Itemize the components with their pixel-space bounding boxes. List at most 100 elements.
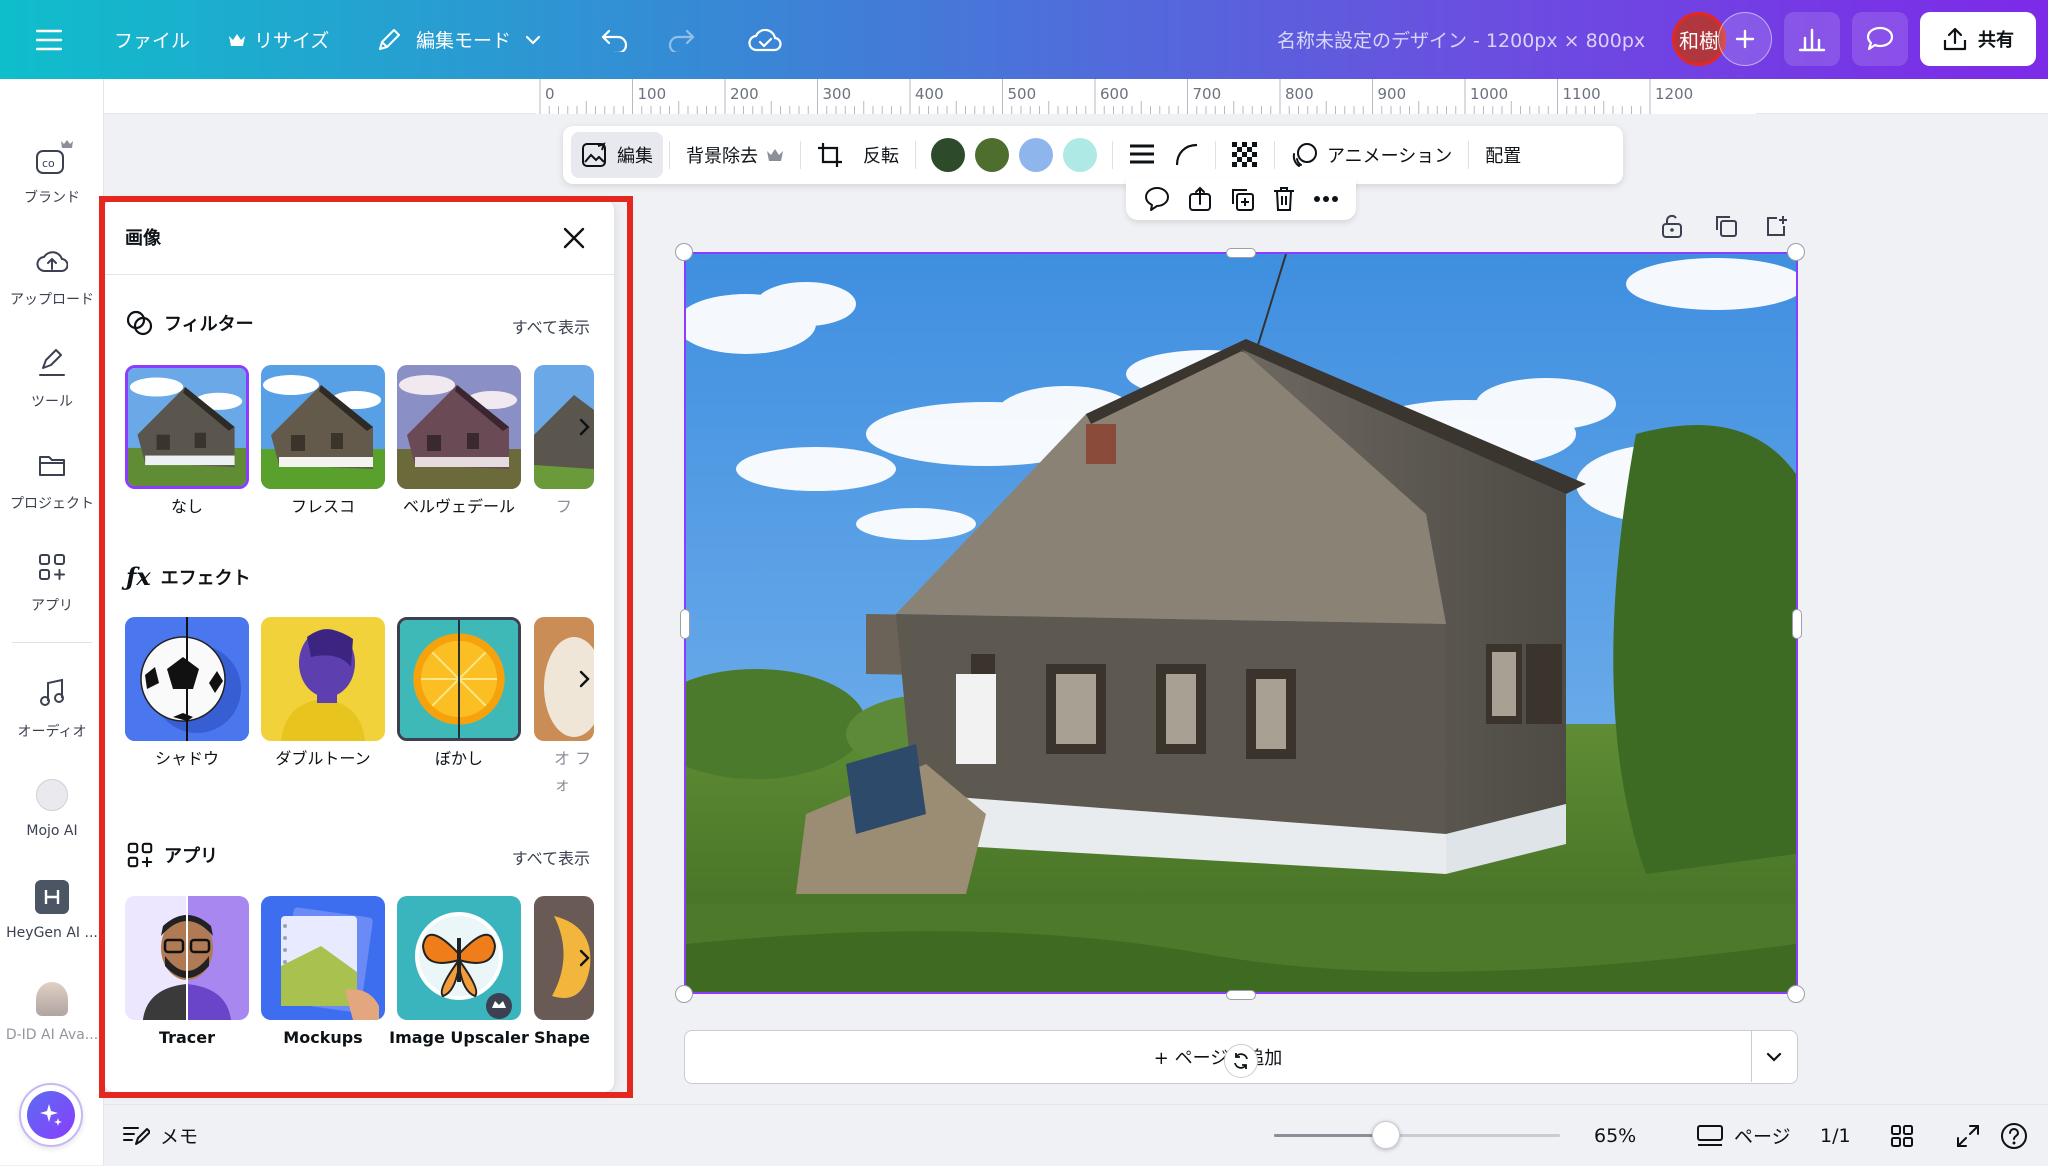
- add-page-button[interactable]: + ページを追加: [685, 1031, 1751, 1082]
- element-quick-actions: [1126, 178, 1356, 220]
- filter-label: ベルヴェデール: [402, 497, 515, 516]
- help-button[interactable]: [2000, 1105, 2028, 1166]
- color-swatch[interactable]: [931, 138, 965, 172]
- edit-image-button[interactable]: 編集: [571, 132, 663, 178]
- resize-handle-top-left[interactable]: [675, 243, 693, 261]
- fullscreen-button[interactable]: [1956, 1105, 1980, 1166]
- apps-scroll-right-button[interactable]: [572, 938, 598, 978]
- effects-scroll-right-button[interactable]: [572, 659, 598, 699]
- magic-assistant-button[interactable]: [19, 1083, 83, 1147]
- hamburger-icon: [36, 29, 62, 50]
- comments-button[interactable]: [1852, 12, 1908, 66]
- filter-belvedere-thumb[interactable]: [397, 365, 521, 489]
- effect-blur-thumb[interactable]: [397, 617, 521, 741]
- add-page-icon-button[interactable]: [1764, 214, 1788, 238]
- resize-handle-left[interactable]: [680, 609, 690, 639]
- sidebar-item-audio[interactable]: オーディオ: [0, 663, 104, 755]
- resize-handle-top[interactable]: [1226, 248, 1256, 258]
- corner-rounding-button[interactable]: [1165, 132, 1209, 178]
- page-counter[interactable]: 1/1: [1820, 1105, 1851, 1166]
- chevron-right-icon: [579, 670, 590, 688]
- crop-button[interactable]: [807, 132, 853, 178]
- app-image-upscaler-thumb[interactable]: [397, 896, 521, 1020]
- lock-button[interactable]: [1188, 186, 1212, 212]
- zoom-level-button[interactable]: 65%: [1594, 1105, 1636, 1166]
- filters-see-all-link[interactable]: すべて表示: [512, 314, 590, 338]
- resize-handle-bottom-right[interactable]: [1787, 985, 1805, 1003]
- delete-button[interactable]: [1272, 186, 1296, 212]
- border-weight-icon: [1130, 144, 1154, 164]
- resize-handle-bottom-left[interactable]: [675, 985, 693, 1003]
- cloud-save-status[interactable]: [748, 0, 782, 79]
- panel-title: 画像: [125, 228, 161, 249]
- effect-label: オ フォ: [554, 749, 592, 794]
- redo-icon: [668, 29, 695, 52]
- filters-scroll-right-button[interactable]: [572, 407, 598, 447]
- notes-button[interactable]: メモ: [122, 1105, 198, 1166]
- sidebar-item-d-id-ai[interactable]: D-ID AI Ava...: [0, 969, 104, 1061]
- color-swatch[interactable]: [1019, 138, 1053, 172]
- undo-button[interactable]: [600, 0, 630, 79]
- sidebar-item-heygen-ai[interactable]: HeyGen AI ...: [0, 867, 104, 959]
- image-edit-icon: [582, 142, 606, 167]
- color-swatch[interactable]: [975, 138, 1009, 172]
- flip-button[interactable]: 反転: [853, 132, 909, 178]
- position-button[interactable]: 配置: [1475, 132, 1531, 178]
- resize-handle-bottom[interactable]: [1226, 990, 1256, 1000]
- notes-icon: [123, 1126, 150, 1145]
- sidebar-item-uploads[interactable]: アップロード: [0, 231, 104, 323]
- ruler-label: 600: [1100, 85, 1129, 103]
- resize-button[interactable]: リサイズ: [228, 0, 329, 79]
- rotate-handle[interactable]: [1224, 1044, 1258, 1078]
- invite-button[interactable]: [1718, 12, 1772, 66]
- apps-see-all-link[interactable]: すべて表示: [512, 845, 590, 869]
- ruler-scale: 0 100 200 300 400 500 600 700 800 900 1000 1100 1200: [536, 79, 1756, 114]
- add-page-options-button[interactable]: [1752, 1031, 1796, 1082]
- image-edit-panel: 画像 フィルター すべて表示 なし フレスコ ベルヴェデール フ ƒx エフェク…: [104, 200, 614, 1092]
- document-title[interactable]: 名称未設定のデザイン - 1200px × 800px: [1277, 0, 1645, 79]
- comment-add-button[interactable]: [1143, 186, 1171, 212]
- transparency-button[interactable]: [1222, 132, 1268, 178]
- animate-button[interactable]: アニメーション: [1281, 132, 1462, 178]
- sidebar-item-projects[interactable]: プロジェクト: [0, 435, 104, 527]
- close-icon: [563, 227, 585, 249]
- color-swatch[interactable]: [1063, 138, 1097, 172]
- filter-fresco-thumb[interactable]: [261, 365, 385, 489]
- redo-button[interactable]: [666, 0, 696, 79]
- more-options-button[interactable]: [1313, 195, 1339, 203]
- effect-duotone-thumb[interactable]: [261, 617, 385, 741]
- sidebar-item-tools[interactable]: ツール: [0, 333, 104, 425]
- file-menu-button[interactable]: ファイル: [114, 0, 190, 79]
- sidebar-item-mojo-ai[interactable]: Mojo AI: [0, 765, 104, 857]
- duplicate-page-button[interactable]: [1714, 214, 1738, 238]
- share-button[interactable]: 共有: [1920, 12, 2036, 66]
- lock-page-button[interactable]: [1661, 214, 1683, 238]
- insights-button[interactable]: [1784, 12, 1840, 66]
- duplicate-button[interactable]: [1229, 186, 1255, 212]
- effect-shadow-thumb[interactable]: [125, 617, 249, 741]
- bg-remover-button[interactable]: 背景除去: [676, 132, 794, 178]
- zoom-slider-handle[interactable]: [1372, 1121, 1400, 1149]
- resize-handle-top-right[interactable]: [1787, 243, 1805, 261]
- effect-label: ぼかし: [434, 749, 483, 768]
- menu-button[interactable]: [36, 0, 62, 79]
- selected-image[interactable]: [684, 252, 1798, 994]
- edit-mode-dropdown[interactable]: 編集モード: [376, 0, 541, 79]
- border-style-button[interactable]: [1119, 132, 1165, 178]
- plus-icon: [1735, 29, 1755, 49]
- chevron-down-icon: [525, 35, 541, 45]
- sidebar-item-brand[interactable]: co ブランド: [0, 129, 104, 221]
- zoom-slider[interactable]: [1274, 1121, 1560, 1149]
- portrait-duotone-thumbnail: [261, 617, 385, 741]
- app-mockups-thumb[interactable]: [261, 896, 385, 1020]
- cloud-check-icon: [748, 28, 782, 51]
- app-tracer-thumb[interactable]: [125, 896, 249, 1020]
- filter-none-thumb[interactable]: [125, 365, 249, 489]
- close-panel-button[interactable]: [556, 220, 592, 256]
- ruler-label: 800: [1285, 85, 1314, 103]
- sidebar-item-apps[interactable]: アプリ: [0, 537, 104, 629]
- grid-view-button[interactable]: [1890, 1105, 1914, 1166]
- share-box-icon: [1188, 186, 1211, 211]
- pages-button[interactable]: ページ: [1696, 1105, 1791, 1166]
- resize-handle-right[interactable]: [1792, 609, 1802, 639]
